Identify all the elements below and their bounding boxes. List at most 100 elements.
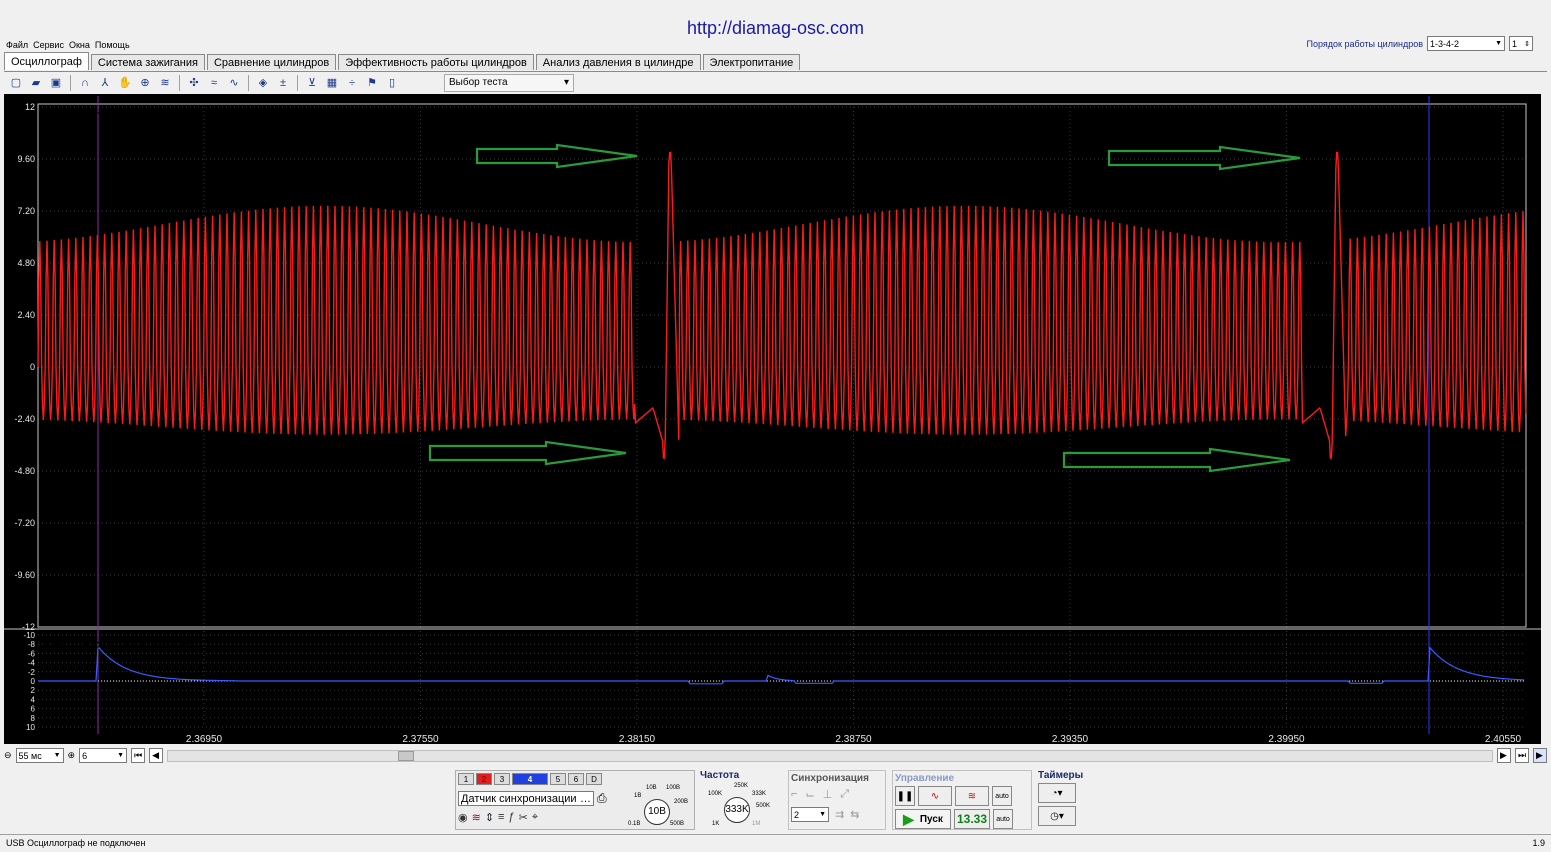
cylinder-order-value: 1-3-4-2 <box>1430 38 1460 49</box>
start-label: Пуск <box>919 813 943 825</box>
seek-forward-button[interactable]: ▶ <box>1497 748 1511 763</box>
zoom-icon[interactable]: ⊕ <box>137 75 153 91</box>
timebase-select[interactable]: 55 мс ▼ <box>15 748 64 763</box>
play-icon: ▶ <box>903 810 914 827</box>
sync-arrows2-icon[interactable]: ⇆ <box>850 808 859 821</box>
channel-button-5[interactable]: 5 <box>550 773 566 785</box>
tab-ignition[interactable]: Система зажигания <box>90 54 205 70</box>
channel-main-title: 2 Датчик Полож Коленчатого Вала (В) <box>42 110 254 124</box>
grid-icon[interactable]: ▦ <box>324 75 340 91</box>
timebase-value: 55 мс <box>18 750 42 761</box>
sync-off-icon[interactable]: ⤢ <box>840 788 849 801</box>
cylinder-number-stepper[interactable]: 1 ⇕ <box>1509 36 1533 51</box>
seek-end-button[interactable]: ⏭ <box>1515 748 1529 763</box>
tools-icon[interactable]: ✂ <box>519 811 528 824</box>
tab-cylinder-efficiency[interactable]: Эффективность работы цилиндров <box>338 54 534 70</box>
stack-icon[interactable]: ≋ <box>157 75 173 91</box>
waves2-icon[interactable]: ∿ <box>226 75 242 91</box>
rising-edge-icon[interactable]: ⌐ <box>791 788 797 801</box>
auto-button[interactable]: auto <box>992 786 1012 806</box>
frequency-label: 500K <box>756 803 771 809</box>
y-tick-label: -4 <box>28 659 36 668</box>
tab-power-supply[interactable]: Электропитание <box>702 54 801 70</box>
horizontal-scrollbar[interactable] <box>167 749 1493 762</box>
save-icon[interactable]: ▣ <box>48 75 64 91</box>
range-label: 1В <box>634 793 642 799</box>
y-tick-label: 0 <box>30 362 35 372</box>
crosshair-icon[interactable]: ✣ <box>186 75 202 91</box>
frequency-label: 1M <box>752 821 761 827</box>
flag-icon[interactable]: ⚑ <box>364 75 380 91</box>
y-tick-label: 4 <box>31 695 36 704</box>
y-tick-label: 7.20 <box>17 206 35 216</box>
range-knob[interactable]: 10В 1В 10В 100В 200В 500В 0.1В <box>628 777 690 829</box>
timer-button-1[interactable]: ◔▾ <box>1038 783 1076 803</box>
probe-icon[interactable]: ⎙ <box>597 791 607 806</box>
y-tick-label: -9.60 <box>14 570 35 580</box>
chevron-down-icon: ▼ <box>53 752 61 759</box>
play-forward-button[interactable]: ▶ <box>1533 748 1547 763</box>
sync-channel-select[interactable]: 2 ▼ <box>791 807 829 822</box>
zoom-select[interactable]: 6 ▼ <box>79 748 128 763</box>
channel-button-2[interactable]: 2 <box>476 773 492 785</box>
x-tick-label: 2.38750 <box>835 734 872 744</box>
channel-name-field[interactable]: Датчик синхронизации… <box>458 791 594 806</box>
seek-back-button[interactable]: ◀ <box>149 748 164 763</box>
start-button[interactable]: ▶ Пуск <box>895 809 951 829</box>
channel-panel: 1 2 3 4 5 6 D Датчик синхронизации… ⎙ ◉ … <box>455 770 695 830</box>
sync-title: Синхронизация <box>791 773 869 784</box>
frequency-knob[interactable]: 333K 100K 250K 333K 500K 1K 1M <box>700 781 774 829</box>
auto-play-button[interactable]: auto <box>993 809 1013 829</box>
multi-wave-button[interactable]: ≋ <box>955 786 989 806</box>
channel-button-d[interactable]: D <box>586 773 602 785</box>
zero-icon[interactable]: ± <box>275 75 291 91</box>
falling-edge-icon[interactable]: ⌙ <box>805 788 814 801</box>
lines-icon[interactable]: ≡ <box>498 811 504 824</box>
channel-button-6[interactable]: 6 <box>568 773 584 785</box>
cursor-icon[interactable]: ⅄ <box>97 75 113 91</box>
wave-icon[interactable]: ≋ <box>472 811 481 824</box>
frequency-label: 250K <box>734 783 749 789</box>
range-label: 500В <box>670 821 685 827</box>
cylinder-number-value: 1 <box>1512 38 1518 49</box>
tab-pressure-analysis[interactable]: Анализ давления в цилиндре <box>535 54 701 70</box>
channel-button-3[interactable]: 3 <box>494 773 510 785</box>
timer-button-2[interactable]: ◷▾ <box>1038 806 1076 826</box>
channel-button-1[interactable]: 1 <box>458 773 474 785</box>
pause-icon[interactable]: ❚❚ <box>895 786 915 806</box>
auto-icon[interactable]: ◈ <box>255 75 271 91</box>
split-icon[interactable]: ÷ <box>344 75 360 91</box>
scrollbar-thumb[interactable] <box>398 750 415 761</box>
control-panel: Управление ❚❚ ∿ ≋ auto ▶ Пуск 13.33 auto <box>892 770 1032 830</box>
menu-help[interactable]: Помощь <box>95 40 130 54</box>
filter-icon[interactable]: ⊻ <box>304 75 320 91</box>
x-tick-label: 2.36950 <box>186 734 223 744</box>
function-icon[interactable]: ƒ <box>508 811 514 824</box>
marker-icon[interactable]: ⌖ <box>532 811 538 824</box>
x-tick-label: 2.39950 <box>1268 734 1305 744</box>
oscilloscope-display[interactable]: 12 9.60 7.20 4.80 2.40 0 -2.40 -4.80 -7.20 -9.60 -… <box>4 94 1541 745</box>
waves-icon[interactable]: ≈ <box>206 75 222 91</box>
document-icon[interactable]: ▯ <box>384 75 400 91</box>
sine-mode-button[interactable]: ∿ <box>918 786 952 806</box>
waveform-plot[interactable]: 12 9.60 7.20 4.80 2.40 0 -2.40 -4.80 -7.20 -9.60 -… <box>4 94 1541 745</box>
eye-icon[interactable]: ◉ <box>458 811 468 824</box>
new-file-icon[interactable]: ▢ <box>8 75 24 91</box>
chevron-down-icon: ▾ <box>563 77 569 88</box>
y-tick-label: 8 <box>31 714 36 723</box>
sync-arrows-icon[interactable]: ⇉ <box>835 808 844 821</box>
open-folder-icon[interactable]: ▰ <box>28 75 44 91</box>
test-select[interactable]: Выбор теста ▾ <box>444 73 574 92</box>
channel-button-4[interactable]: 4 <box>512 773 548 785</box>
measure-icon[interactable]: ∩ <box>77 75 93 91</box>
tab-cylinder-compare[interactable]: Сравнение цилиндров <box>206 54 337 70</box>
level-icon[interactable]: ⊥ <box>823 788 833 801</box>
frequency-label: 100K <box>708 791 723 797</box>
range-label: 10В <box>646 785 657 791</box>
tab-oscilloscope[interactable]: Осциллограф <box>4 52 89 70</box>
seek-start-button[interactable]: ⏮ <box>131 748 146 763</box>
range-value: 10В <box>644 799 670 825</box>
hand-icon[interactable]: ✋ <box>117 75 133 91</box>
updown-icon[interactable]: ⇕ <box>485 811 494 824</box>
cylinder-order-select[interactable]: 1-3-4-2 ▼ <box>1427 36 1505 51</box>
